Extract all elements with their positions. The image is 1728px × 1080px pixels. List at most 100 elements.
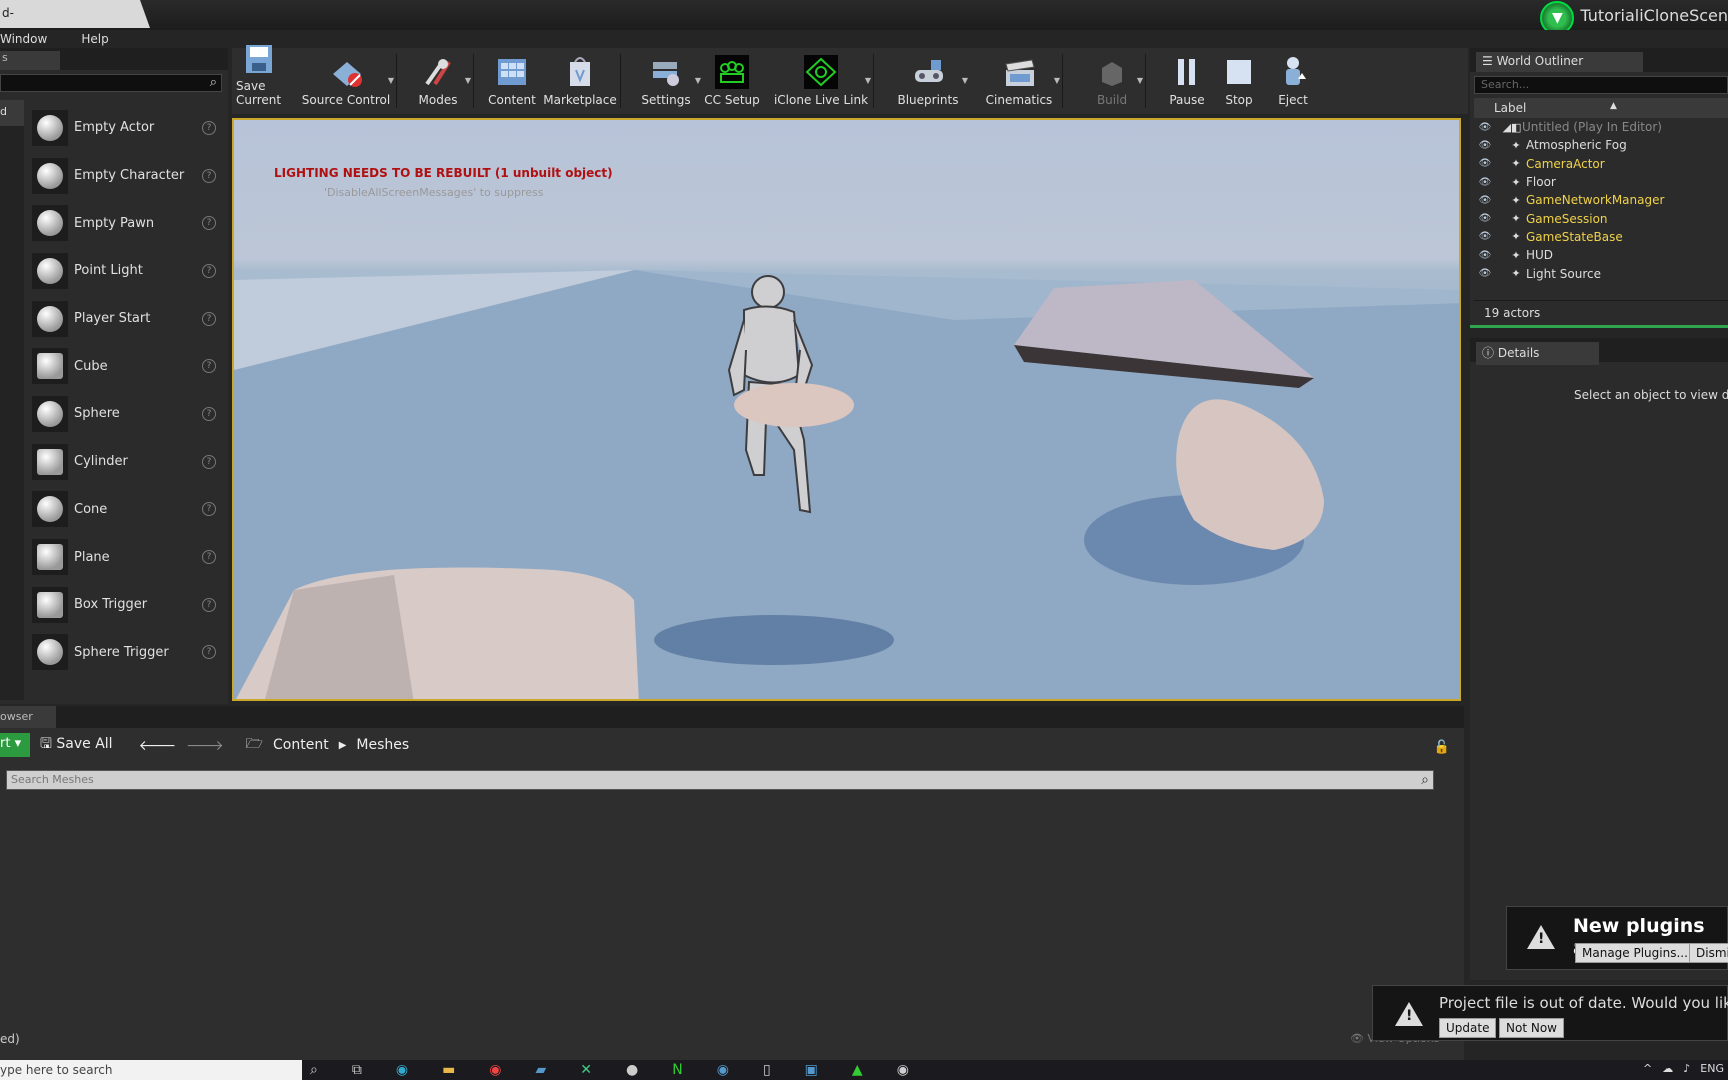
save-current-button[interactable]: Save Current	[236, 45, 282, 114]
import-button[interactable]: rt ▾	[0, 733, 30, 757]
network-icon[interactable]: ☁	[1662, 1062, 1673, 1075]
chrome-icon[interactable]: ◉	[489, 1062, 501, 1078]
chevron-down-icon[interactable]: ▼	[865, 76, 871, 85]
help-icon[interactable]: ?	[202, 311, 216, 326]
place-actor-item[interactable]: Plane?	[28, 533, 224, 581]
app-icon[interactable]: ▰	[536, 1062, 547, 1078]
eye-icon[interactable]: 👁	[1474, 195, 1496, 206]
outliner-row[interactable]: 👁 ✦ Atmospheric Fog	[1474, 136, 1728, 154]
lock-icon[interactable]: 🔓	[1434, 740, 1450, 755]
app-icon[interactable]: ▯	[763, 1062, 771, 1078]
task-view-icon[interactable]: ⧉	[352, 1062, 362, 1078]
chevron-down-icon[interactable]: ▼	[1137, 76, 1143, 85]
save-all-button[interactable]: 🖫 Save All	[40, 733, 113, 757]
eject-button[interactable]: Eject	[1270, 48, 1316, 114]
outliner-row[interactable]: 👁 ✦ GameSession	[1474, 209, 1728, 227]
tab-content-browser[interactable]: owser	[0, 706, 56, 728]
modes-button[interactable]: Modes ▼	[407, 48, 471, 114]
app-icon[interactable]: ●	[626, 1062, 638, 1078]
eye-icon[interactable]: 👁	[1474, 231, 1496, 242]
place-actor-item[interactable]: Empty Character?	[28, 152, 224, 200]
outliner-row[interactable]: 👁 ✦ Floor	[1474, 173, 1728, 191]
menu-help[interactable]: Help	[81, 30, 108, 48]
settings-button[interactable]: Settings ▼	[633, 48, 701, 114]
chevron-down-icon[interactable]: ▼	[465, 76, 471, 85]
content-button[interactable]: Content	[482, 48, 542, 114]
help-icon[interactable]: ?	[202, 216, 216, 231]
asset-search-input[interactable]: Search Meshes ⌕	[6, 770, 1434, 790]
breadcrumb-content[interactable]: Content	[273, 737, 329, 753]
cinematics-button[interactable]: Cinematics ▼	[980, 48, 1060, 114]
marketplace-button[interactable]: Marketplace	[543, 48, 617, 114]
eye-icon[interactable]: 👁	[1474, 213, 1496, 224]
not-now-button[interactable]: Not Now	[1499, 1018, 1564, 1038]
menu-window[interactable]: Window	[0, 30, 47, 48]
help-icon[interactable]: ?	[202, 359, 216, 374]
editor-tab[interactable]: d-	[0, 0, 150, 28]
app-icon[interactable]: N	[672, 1062, 682, 1078]
blueprints-button[interactable]: Blueprints ▼	[890, 48, 968, 114]
cc-setup-button[interactable]: CC Setup	[699, 48, 765, 114]
chevron-down-icon[interactable]: ▼	[1054, 76, 1060, 85]
help-icon[interactable]: ?	[202, 502, 216, 517]
place-actor-item[interactable]: Cone?	[28, 486, 224, 534]
pause-button[interactable]: Pause	[1164, 48, 1210, 114]
back-arrow-icon[interactable]: 🡐	[139, 737, 177, 754]
eye-icon[interactable]: 👁	[1474, 158, 1496, 169]
help-icon[interactable]: ?	[202, 168, 216, 183]
place-actor-item[interactable]: Player Start?	[28, 295, 224, 343]
place-actor-item[interactable]: Cylinder?	[28, 438, 224, 486]
category-tab[interactable]: d	[0, 100, 24, 126]
place-actor-item[interactable]: Cube?	[28, 342, 224, 390]
update-button[interactable]: Update	[1439, 1018, 1497, 1038]
level-viewport[interactable]: LIGHTING NEEDS TO BE REBUILT (1 unbuilt …	[232, 118, 1461, 701]
outliner-column-header[interactable]: Label ▲	[1474, 98, 1728, 118]
eye-icon[interactable]: 👁	[1474, 268, 1496, 279]
eye-icon[interactable]: 👁	[1474, 140, 1496, 151]
place-actor-item[interactable]: Sphere Trigger?	[28, 629, 224, 677]
help-icon[interactable]: ?	[202, 120, 216, 135]
eye-icon[interactable]: 👁	[1474, 177, 1496, 188]
unreal-icon[interactable]: ◉	[897, 1062, 909, 1078]
edge-icon[interactable]: ◉	[396, 1062, 408, 1078]
app-icon[interactable]: ✕	[580, 1062, 592, 1078]
build-button[interactable]: Build ▼	[1083, 48, 1143, 114]
eye-icon[interactable]: 👁	[1474, 122, 1496, 133]
place-actor-item[interactable]: Empty Pawn?	[28, 199, 224, 247]
eye-icon[interactable]: 👁	[1474, 250, 1496, 261]
tab-world-outliner[interactable]: ☰ World Outliner	[1476, 52, 1644, 72]
source-control-button[interactable]: Source Control ▼	[300, 48, 394, 114]
chevron-down-icon[interactable]: ▼	[388, 76, 394, 85]
outliner-row[interactable]: 👁 ✦ Light Source	[1474, 264, 1728, 282]
taskbar-search-input[interactable]: ype here to search	[0, 1060, 302, 1080]
iclone-live-link-button[interactable]: iClone Live Link ▼	[773, 48, 871, 114]
tab-details[interactable]: ⓘ Details	[1476, 342, 1600, 365]
outliner-row[interactable]: 👁 ✦ GameNetworkManager	[1474, 191, 1728, 209]
help-icon[interactable]: ?	[202, 263, 216, 278]
app-icon[interactable]: ▣	[805, 1062, 818, 1078]
help-icon[interactable]: ?	[202, 597, 216, 612]
outliner-root-row[interactable]: 👁 ◢◧ Untitled (Play In Editor)	[1474, 118, 1728, 136]
dismiss-button[interactable]: Dismis	[1689, 943, 1728, 963]
outliner-row[interactable]: 👁 ✦ HUD	[1474, 246, 1728, 264]
help-icon[interactable]: ?	[202, 550, 216, 565]
volume-icon[interactable]: ♪	[1683, 1062, 1690, 1075]
place-actor-item[interactable]: Empty Actor?	[28, 104, 224, 152]
outliner-search-input[interactable]: Search...	[1474, 76, 1728, 94]
outliner-row[interactable]: 👁 ✦ CameraActor	[1474, 155, 1728, 173]
folder-icon[interactable]: ▬	[442, 1062, 455, 1078]
tray-chevron-icon[interactable]: ^	[1643, 1062, 1652, 1075]
chevron-down-icon[interactable]: ▼	[962, 76, 968, 85]
place-actor-item[interactable]: Point Light?	[28, 247, 224, 295]
help-icon[interactable]: ?	[202, 454, 216, 469]
place-search-input[interactable]: ⌕	[0, 74, 222, 92]
app-icon[interactable]: ◉	[717, 1062, 729, 1078]
language-indicator[interactable]: ENG	[1700, 1062, 1724, 1075]
help-icon[interactable]: ?	[202, 406, 216, 421]
search-icon[interactable]: ⌕	[310, 1062, 318, 1078]
place-actor-item[interactable]: Box Trigger?	[28, 581, 224, 629]
outliner-row[interactable]: 👁 ✦ GameStateBase	[1474, 228, 1728, 246]
help-icon[interactable]: ?	[202, 645, 216, 660]
place-actor-item[interactable]: Sphere?	[28, 390, 224, 438]
breadcrumb-meshes[interactable]: Meshes	[356, 737, 409, 753]
